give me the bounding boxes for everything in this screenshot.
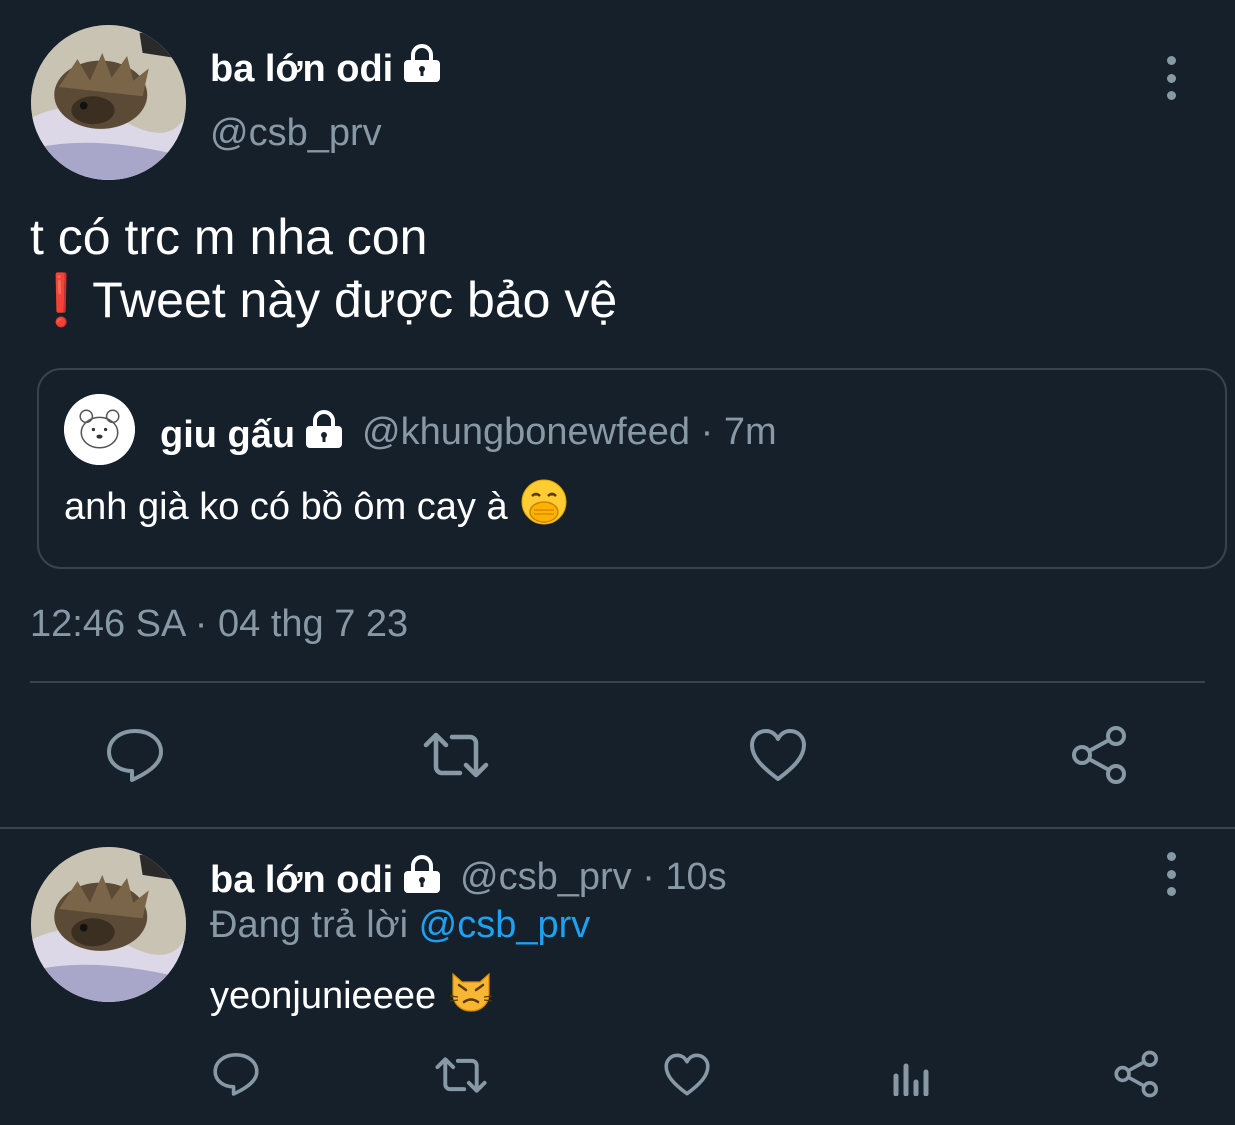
reply-avatar[interactable] xyxy=(31,847,186,1002)
reply-text-content: yeonjunieeee xyxy=(210,974,437,1017)
analytics-icon[interactable] xyxy=(890,1054,934,1096)
avatar[interactable] xyxy=(31,25,186,180)
reply-icon[interactable] xyxy=(105,725,165,785)
divider xyxy=(30,681,1205,683)
quoted-display-name-text: giu gấu xyxy=(160,413,296,456)
mention-link[interactable]: @csb_prv xyxy=(419,904,591,946)
tweet-timestamp[interactable]: 12:46 SA · 04 thg 7 23 xyxy=(30,603,408,646)
more-options-icon[interactable] xyxy=(1164,852,1178,896)
quoted-avatar xyxy=(64,394,135,465)
retweet-icon[interactable] xyxy=(422,727,490,783)
lock-icon xyxy=(303,410,345,460)
reply-handle-time: @csb_prv · 10s xyxy=(460,856,727,898)
share-icon[interactable] xyxy=(1070,725,1130,785)
lock-icon xyxy=(401,44,443,94)
quoted-text: anh già ko có bồ ôm cay à xyxy=(64,478,568,536)
lock-icon xyxy=(401,855,443,905)
reply-display-name[interactable]: ba lớn odi xyxy=(210,855,443,905)
replying-to: Đang trả lời @csb_prv xyxy=(210,904,590,947)
section-divider xyxy=(0,827,1235,829)
handle[interactable]: @csb_prv xyxy=(210,112,382,155)
tweet-text-line2: ❗Tweet này được bảo vệ xyxy=(30,272,618,328)
face-with-hand-over-mouth-icon xyxy=(520,478,568,536)
quoted-tweet[interactable] xyxy=(37,368,1227,569)
retweet-icon[interactable] xyxy=(434,1053,488,1097)
tweet-text: t có trc m nha con xyxy=(30,209,428,265)
pouting-cat-icon xyxy=(448,968,494,1024)
share-icon[interactable] xyxy=(1113,1050,1161,1098)
more-options-icon[interactable] xyxy=(1164,56,1178,100)
reply-display-name-text: ba lớn odi xyxy=(210,858,394,901)
reply-icon[interactable] xyxy=(212,1050,260,1098)
like-icon[interactable] xyxy=(748,727,808,783)
like-icon[interactable] xyxy=(663,1052,711,1097)
quoted-display-name[interactable]: giu gấu xyxy=(160,410,345,460)
quoted-handle-time: @khungbonewfeed · 7m xyxy=(362,411,777,453)
reply-text: yeonjunieeee xyxy=(210,968,494,1024)
quoted-text-content: anh già ko có bồ ôm cay à xyxy=(64,485,508,528)
display-name[interactable]: ba lớn odi xyxy=(210,44,443,94)
replying-to-prefix: Đang trả lời xyxy=(210,904,419,946)
display-name-text: ba lớn odi xyxy=(210,47,394,90)
